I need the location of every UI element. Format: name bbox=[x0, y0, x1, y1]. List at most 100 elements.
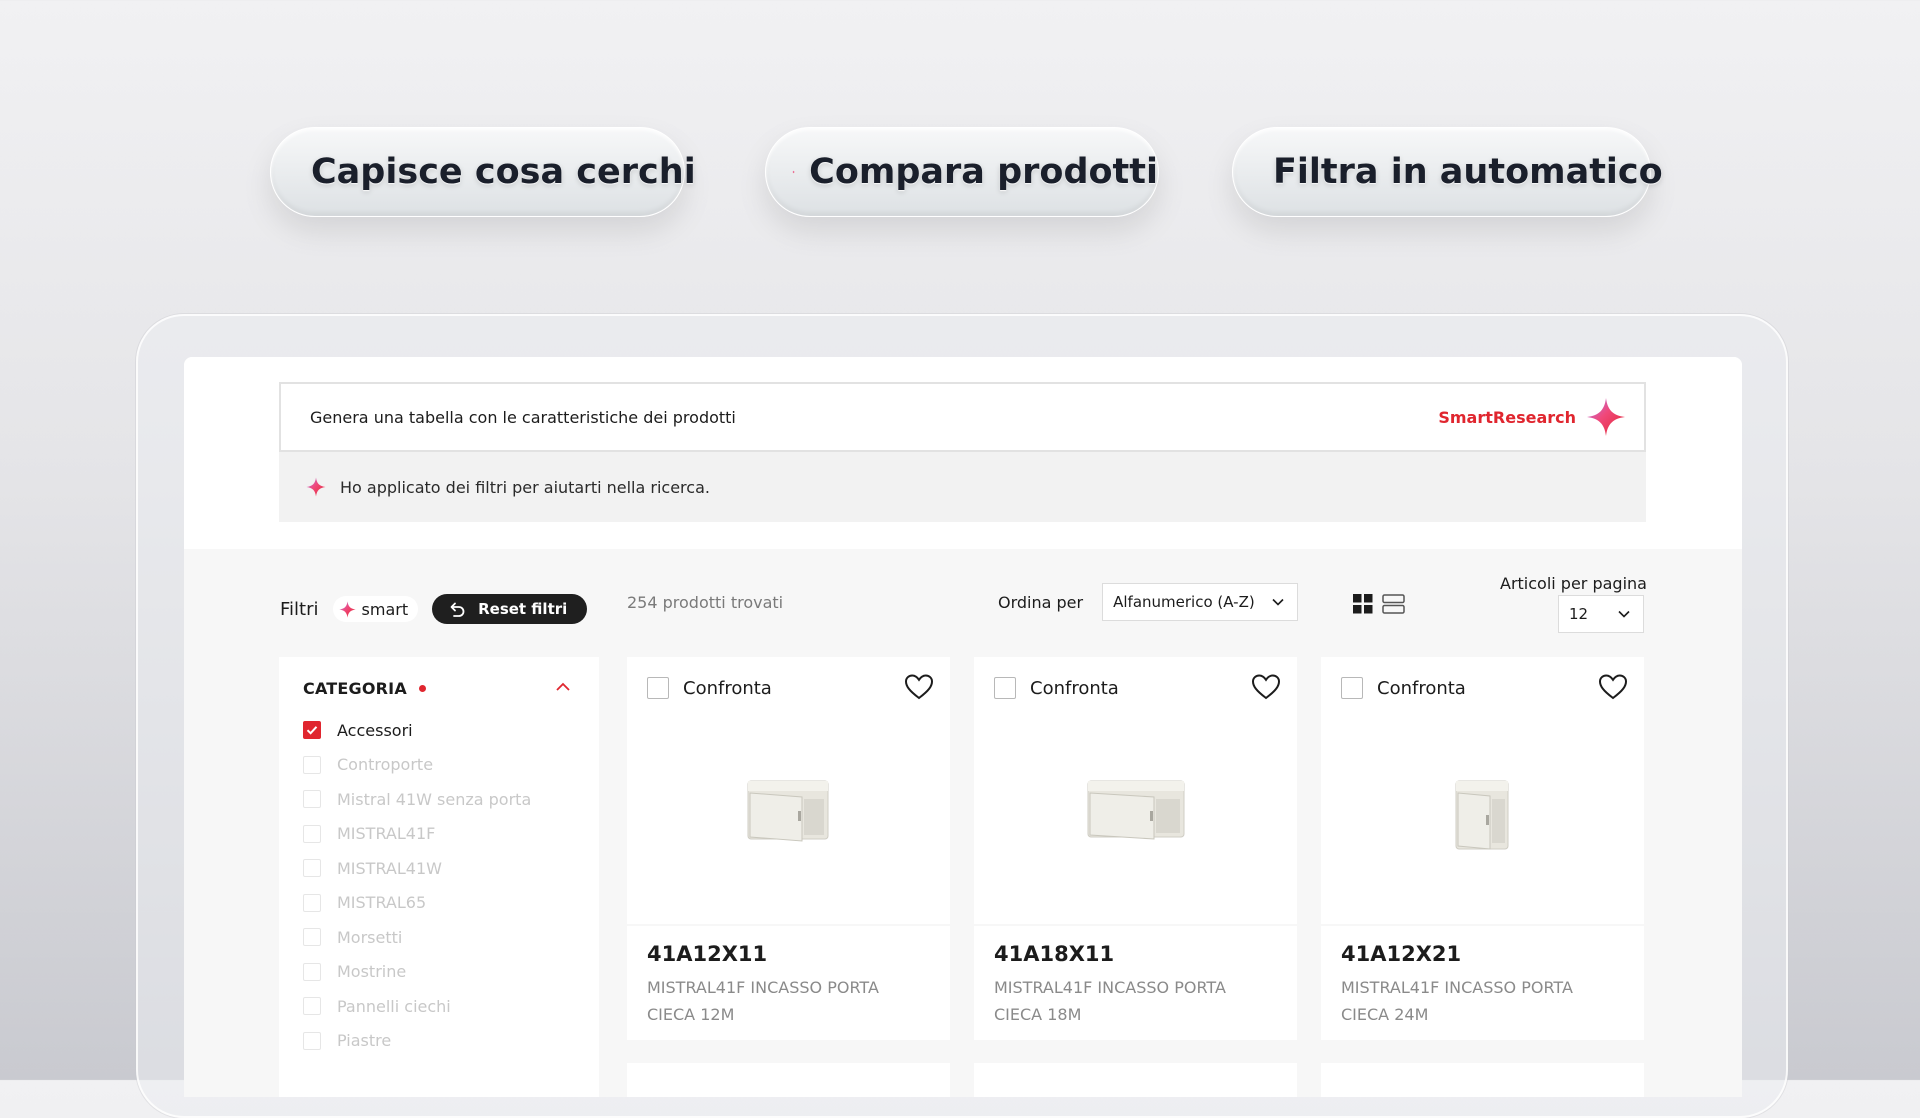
assistant-message-text: Ho applicato dei filtri per aiutarti nel… bbox=[340, 477, 710, 497]
category-title: CATEGORIA bbox=[303, 679, 407, 698]
product-image bbox=[1455, 780, 1508, 850]
reset-filters-button[interactable]: Reset filtri bbox=[432, 594, 588, 624]
product-card[interactable]: Confronta 41A18X11 MISTRAL41F INCASSO PO… bbox=[974, 657, 1297, 1040]
per-page-value: 12 bbox=[1569, 605, 1589, 623]
compare-checkbox[interactable] bbox=[1341, 677, 1363, 699]
results-count: 254 prodotti trovati bbox=[627, 593, 784, 612]
active-filter-dot bbox=[418, 685, 426, 692]
reset-filters-label: Reset filtri bbox=[478, 600, 568, 618]
compare-checkbox[interactable] bbox=[647, 677, 669, 699]
category-label: Morsetti bbox=[337, 927, 403, 947]
sparkle-icon bbox=[306, 477, 326, 497]
checkbox[interactable] bbox=[303, 928, 321, 947]
compare-toggle[interactable]: Confronta bbox=[647, 677, 772, 699]
category-label: Controporte bbox=[337, 755, 434, 775]
feature-label: Filtra in automatico bbox=[1273, 152, 1663, 192]
category-label: Mistral 41W senza porta bbox=[337, 789, 532, 809]
compare-label: Confronta bbox=[683, 677, 772, 699]
category-label: MISTRAL65 bbox=[337, 893, 427, 913]
compare-label: Confronta bbox=[1030, 677, 1119, 699]
sort-select[interactable]: Alfanumerico (A-Z) bbox=[1102, 583, 1299, 621]
smart-filter-chip[interactable]: smart bbox=[332, 596, 419, 622]
checkbox-checked[interactable] bbox=[303, 721, 321, 740]
checkbox[interactable] bbox=[303, 893, 321, 912]
sort-control: Ordina per Alfanumerico (A-Z) bbox=[998, 583, 1299, 621]
category-item[interactable]: MISTRAL65 bbox=[303, 886, 531, 921]
category-item[interactable]: MISTRAL41W bbox=[303, 851, 531, 886]
checkbox[interactable] bbox=[303, 962, 321, 981]
heart-icon[interactable] bbox=[1251, 673, 1281, 701]
product-card[interactable]: Confronta 41A12X21 MISTRAL41F INCASSO PO… bbox=[1321, 657, 1644, 1040]
product-card-media: Confronta bbox=[974, 657, 1297, 924]
sort-value: Alfanumerico (A-Z) bbox=[1113, 593, 1255, 611]
check-icon bbox=[306, 725, 317, 735]
per-page-label: Articoli per pagina bbox=[1500, 574, 1647, 593]
product-catalog-panel: Genera una tabella con le caratteristich… bbox=[184, 357, 1742, 1097]
category-header[interactable]: CATEGORIA bbox=[303, 679, 426, 698]
checkbox[interactable] bbox=[303, 997, 321, 1016]
list-view-icon[interactable] bbox=[1382, 593, 1406, 615]
product-image bbox=[1087, 780, 1184, 840]
product-description: MISTRAL41F INCASSO PORTA CIECA 24M bbox=[1341, 978, 1573, 1024]
product-card-next-row bbox=[627, 1063, 950, 1097]
feature-label: Capisce cosa cerchi bbox=[311, 152, 696, 192]
smartresearch-brand: SmartResearch bbox=[1438, 397, 1626, 437]
smart-search-input[interactable]: Genera una tabella con le caratteristich… bbox=[279, 382, 1646, 452]
category-item[interactable]: Pannelli ciechi bbox=[303, 989, 531, 1024]
category-item[interactable]: Accessori bbox=[303, 713, 531, 748]
search-area: Genera una tabella con le caratteristich… bbox=[184, 357, 1742, 549]
grid-view-icon[interactable] bbox=[1352, 593, 1374, 615]
product-code: 41A18X11 bbox=[994, 942, 1115, 966]
product-card-info: 41A18X11 MISTRAL41F INCASSO PORTA CIECA … bbox=[974, 926, 1297, 1040]
product-card-info: 41A12X21 MISTRAL41F INCASSO PORTA CIECA … bbox=[1321, 926, 1644, 1040]
per-page-select[interactable]: 12 bbox=[1558, 595, 1644, 633]
category-item[interactable]: Mostrine bbox=[303, 955, 531, 990]
category-filter: CATEGORIA Accessori Controporte Mistral … bbox=[279, 657, 599, 1097]
category-item[interactable]: MISTRAL41F bbox=[303, 817, 531, 852]
smart-chip-label: smart bbox=[361, 599, 409, 619]
category-item[interactable]: Controporte bbox=[303, 748, 531, 783]
checkbox[interactable] bbox=[303, 790, 321, 809]
product-image bbox=[747, 780, 828, 842]
checkbox[interactable] bbox=[303, 824, 321, 843]
feature-label: Compara prodotti bbox=[809, 152, 1158, 192]
heart-icon[interactable] bbox=[904, 673, 934, 701]
checkbox[interactable] bbox=[303, 859, 321, 878]
search-query: Genera una tabella con le caratteristich… bbox=[310, 407, 736, 427]
product-card[interactable]: Confronta 41A12X11 MISTRAL41F INCASSO PO… bbox=[627, 657, 950, 1040]
category-list: Accessori Controporte Mistral 41W senza … bbox=[303, 713, 531, 1058]
product-code: 41A12X11 bbox=[647, 942, 768, 966]
undo-icon bbox=[450, 602, 465, 617]
compare-label: Confronta bbox=[1377, 677, 1466, 699]
product-card-next-row bbox=[1321, 1063, 1644, 1097]
category-label: Mostrine bbox=[337, 962, 407, 982]
assistant-message: Ho applicato dei filtri per aiutarti nel… bbox=[279, 452, 1646, 522]
category-label: Accessori bbox=[337, 720, 413, 740]
product-code: 41A12X21 bbox=[1341, 942, 1462, 966]
checkbox[interactable] bbox=[303, 1031, 321, 1050]
compare-checkbox[interactable] bbox=[994, 677, 1016, 699]
category-label: Piastre bbox=[337, 1031, 392, 1051]
product-card-media: Confronta bbox=[1321, 657, 1644, 924]
sparkle-icon bbox=[339, 601, 356, 618]
sort-label: Ordina per bbox=[998, 592, 1084, 612]
product-card-next-row bbox=[974, 1063, 1297, 1097]
chevron-down-icon bbox=[1618, 610, 1630, 618]
sparkle-icon bbox=[792, 153, 795, 191]
feature-pill-understands: Capisce cosa cerchi bbox=[270, 127, 696, 217]
category-item[interactable]: Piastre bbox=[303, 1024, 531, 1059]
compare-toggle[interactable]: Confronta bbox=[994, 677, 1119, 699]
product-description: MISTRAL41F INCASSO PORTA CIECA 18M bbox=[994, 978, 1226, 1024]
checkbox[interactable] bbox=[303, 755, 321, 774]
category-label: MISTRAL41F bbox=[337, 824, 436, 844]
compare-toggle[interactable]: Confronta bbox=[1341, 677, 1466, 699]
category-item[interactable]: Morsetti bbox=[303, 920, 531, 955]
category-label: Pannelli ciechi bbox=[337, 996, 451, 1016]
feature-pill-compare: Compara prodotti bbox=[765, 127, 1159, 217]
heart-icon[interactable] bbox=[1598, 673, 1628, 701]
chevron-up-icon[interactable] bbox=[555, 679, 571, 695]
category-item[interactable]: Mistral 41W senza porta bbox=[303, 782, 531, 817]
feature-pill-autofilter: Filtra in automatico bbox=[1232, 127, 1663, 217]
category-label: MISTRAL41W bbox=[337, 858, 442, 878]
product-description: MISTRAL41F INCASSO PORTA CIECA 12M bbox=[647, 978, 879, 1024]
